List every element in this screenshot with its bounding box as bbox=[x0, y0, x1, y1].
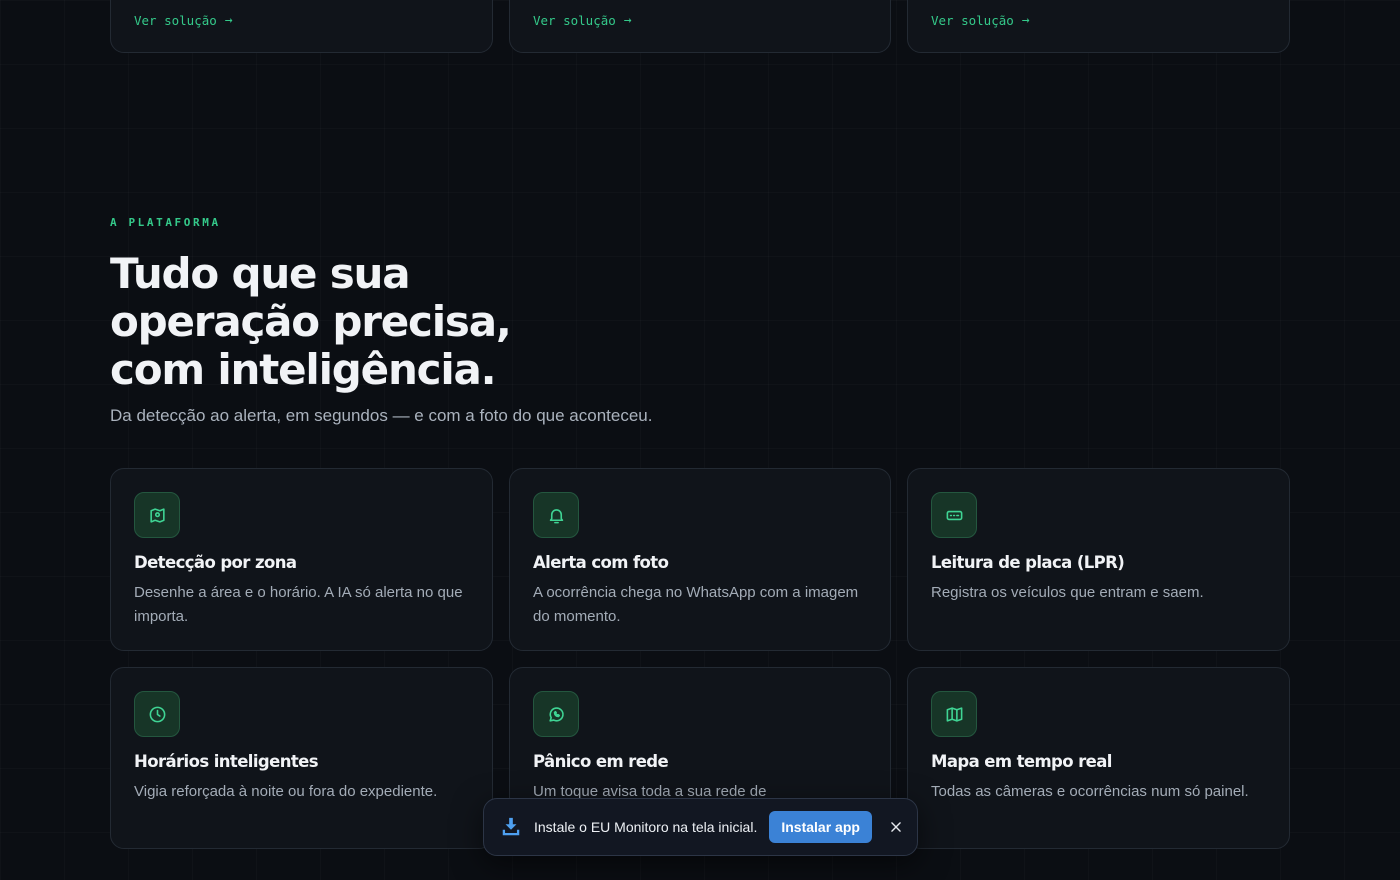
feature-title: Leitura de placa (LPR) bbox=[931, 553, 1125, 572]
close-icon bbox=[891, 822, 901, 832]
headline-line: Tudo que sua bbox=[110, 249, 411, 298]
feature-description: A ocorrência chega no WhatsApp com a ima… bbox=[533, 584, 859, 625]
feature-description: Registra os veículos que entram e saem. bbox=[931, 584, 1204, 601]
section-eyebrow: A PLATAFORMA bbox=[110, 216, 221, 229]
feature-card-photo-alert: Alerta com foto A ocorrência chega no Wh… bbox=[509, 468, 891, 651]
headline-line: operação precisa, bbox=[110, 297, 512, 346]
solution-card: Ver solução → bbox=[907, 0, 1290, 53]
install-app-button[interactable]: Instalar app bbox=[769, 811, 872, 843]
feature-card-zone-detection: Detecção por zona Desenhe a área e o hor… bbox=[110, 468, 493, 651]
arrow-right-icon: → bbox=[623, 13, 632, 28]
ver-solucao-link[interactable]: Ver solução → bbox=[931, 13, 1030, 28]
close-button[interactable] bbox=[886, 817, 906, 837]
install-message: Instale o EU Monitoro na tela inicial. bbox=[534, 819, 758, 835]
feature-description: Desenhe a área e o horário. A IA só aler… bbox=[134, 584, 463, 625]
feature-title: Horários inteligentes bbox=[134, 752, 319, 771]
feature-title: Pânico em rede bbox=[533, 752, 669, 771]
whatsapp-icon bbox=[533, 691, 579, 737]
bell-icon bbox=[533, 492, 579, 538]
ver-solucao-label: Ver solução bbox=[533, 13, 616, 28]
map-pin-zone-icon bbox=[134, 492, 180, 538]
ver-solucao-link[interactable]: Ver solução → bbox=[134, 13, 233, 28]
section-headline: Tudo que sua operação precisa, com intel… bbox=[110, 250, 630, 394]
solution-card: Ver solução → bbox=[509, 0, 891, 53]
map-icon bbox=[931, 691, 977, 737]
license-plate-icon bbox=[931, 492, 977, 538]
feature-title: Mapa em tempo real bbox=[931, 752, 1112, 771]
feature-card-realtime-map: Mapa em tempo real Todas as câmeras e oc… bbox=[907, 667, 1290, 849]
ver-solucao-label: Ver solução bbox=[931, 13, 1014, 28]
solution-card: Ver solução → bbox=[110, 0, 493, 53]
headline-line: com inteligência. bbox=[110, 345, 497, 394]
arrow-right-icon: → bbox=[224, 13, 233, 28]
page: Ver solução → Ver solução → Ver solução … bbox=[0, 0, 1400, 880]
feature-description: Vigia reforçada à noite ou fora do exped… bbox=[134, 783, 438, 800]
section-subtitle: Da detecção ao alerta, em segundos — e c… bbox=[110, 406, 653, 425]
feature-card-smart-schedules: Horários inteligentes Vigia reforçada à … bbox=[110, 667, 493, 849]
ver-solucao-label: Ver solução bbox=[134, 13, 217, 28]
clock-icon bbox=[134, 691, 180, 737]
ver-solucao-link[interactable]: Ver solução → bbox=[533, 13, 632, 28]
download-icon bbox=[502, 817, 520, 836]
feature-description: Todas as câmeras e ocorrências num só pa… bbox=[931, 783, 1249, 800]
feature-title: Alerta com foto bbox=[533, 553, 669, 572]
arrow-right-icon: → bbox=[1021, 13, 1030, 28]
feature-title: Detecção por zona bbox=[134, 553, 297, 572]
install-app-banner: Instale o EU Monitoro na tela inicial. I… bbox=[483, 798, 918, 856]
feature-card-plate-reading: Leitura de placa (LPR) Registra os veícu… bbox=[907, 468, 1290, 651]
